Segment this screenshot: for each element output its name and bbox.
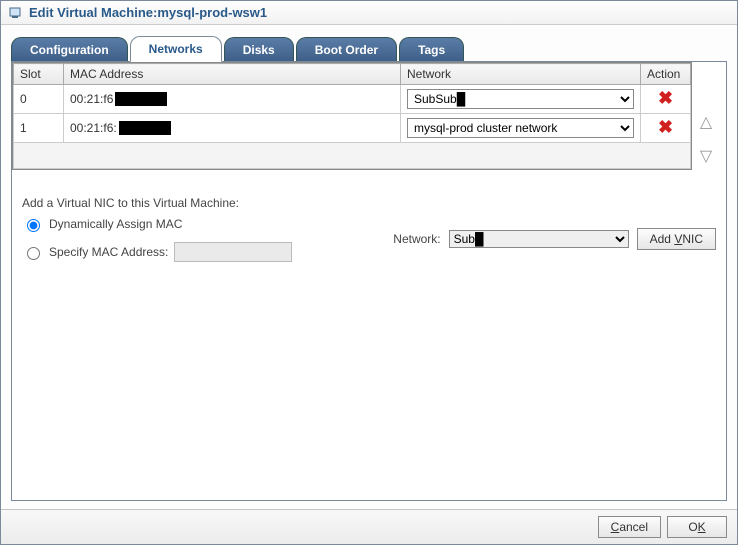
specify-mac-field[interactable]	[174, 242, 292, 262]
col-mac-header: MAC Address	[64, 64, 401, 85]
tab-networks[interactable]: Networks	[130, 36, 222, 62]
radio-dynamic-input[interactable]	[27, 219, 40, 232]
action-cell: ✖	[641, 114, 691, 143]
nic-table: Slot MAC Address Network Action 0 00:21:…	[13, 63, 691, 169]
network-select[interactable]: SubSub█ mysql-prod cluster network	[407, 89, 634, 109]
cancel-button[interactable]: Cancel	[598, 516, 661, 538]
add-nic-network-row: Network: Sub█ mysql-prod cluster network…	[393, 228, 716, 250]
table-row[interactable]: 1 00:21:f6: Sub█ mysql-prod cluster netw…	[14, 114, 691, 143]
slot-cell: 0	[14, 85, 64, 114]
add-nic-heading: Add a Virtual NIC to this Virtual Machin…	[22, 196, 716, 210]
tab-disks[interactable]: Disks	[224, 37, 294, 62]
mac-redacted	[119, 121, 171, 135]
col-action-header: Action	[641, 64, 691, 85]
radio-dynamic-label: Dynamically Assign MAC	[49, 217, 182, 231]
mac-redacted	[115, 92, 167, 106]
move-up-icon[interactable]: △	[700, 112, 712, 132]
ok-button[interactable]: OK	[667, 516, 727, 538]
tab-configuration[interactable]: Configuration	[11, 37, 128, 62]
tabstrip: Configuration Networks Disks Boot Order …	[1, 25, 737, 61]
dialog-title: Edit Virtual Machine:mysql-prod-wsw1	[29, 5, 267, 20]
network-label: Network:	[393, 232, 440, 246]
delete-icon[interactable]: ✖	[658, 117, 673, 137]
move-down-icon[interactable]: ▽	[700, 146, 712, 166]
delete-icon[interactable]: ✖	[658, 88, 673, 108]
reorder-arrows: △ ▽	[692, 62, 720, 170]
mac-prefix: 00:21:f6	[70, 92, 113, 106]
col-slot-header: Slot	[14, 64, 64, 85]
add-nic-network-select[interactable]: Sub█ mysql-prod cluster network	[449, 230, 629, 248]
network-cell: Sub█ mysql-prod cluster network	[401, 114, 641, 143]
dialog-footer: Cancel OK	[1, 509, 737, 544]
table-row[interactable]: 0 00:21:f6 SubSub█ mysql-prod cluster ne…	[14, 85, 691, 114]
mac-radio-group: Dynamically Assign MAC Specify MAC Addre…	[22, 216, 292, 262]
dialog-titlebar: Edit Virtual Machine:mysql-prod-wsw1	[1, 1, 737, 25]
mac-cell: 00:21:f6:	[64, 114, 401, 143]
add-vnic-button[interactable]: Add VNIC	[637, 228, 716, 250]
mac-prefix: 00:21:f6:	[70, 121, 117, 135]
add-nic-section: Add a Virtual NIC to this Virtual Machin…	[12, 170, 726, 266]
tab-tags[interactable]: Tags	[399, 37, 464, 62]
col-network-header: Network	[401, 64, 641, 85]
nic-table-container: Slot MAC Address Network Action 0 00:21:…	[12, 62, 692, 170]
networks-panel: Slot MAC Address Network Action 0 00:21:…	[11, 61, 727, 501]
tab-boot-order[interactable]: Boot Order	[296, 37, 397, 62]
vm-icon	[9, 6, 23, 20]
nic-table-wrap: Slot MAC Address Network Action 0 00:21:…	[12, 62, 726, 170]
table-empty-space	[14, 143, 691, 169]
action-cell: ✖	[641, 85, 691, 114]
radio-dynamic-mac[interactable]: Dynamically Assign MAC	[22, 216, 292, 232]
slot-cell: 1	[14, 114, 64, 143]
edit-vm-dialog: Edit Virtual Machine:mysql-prod-wsw1 Con…	[0, 0, 738, 545]
radio-specify-mac[interactable]: Specify MAC Address:	[22, 242, 292, 262]
radio-specify-input[interactable]	[27, 247, 40, 260]
network-select[interactable]: Sub█ mysql-prod cluster network	[407, 118, 634, 138]
radio-specify-label: Specify MAC Address:	[49, 245, 168, 259]
network-cell: SubSub█ mysql-prod cluster network	[401, 85, 641, 114]
mac-cell: 00:21:f6	[64, 85, 401, 114]
